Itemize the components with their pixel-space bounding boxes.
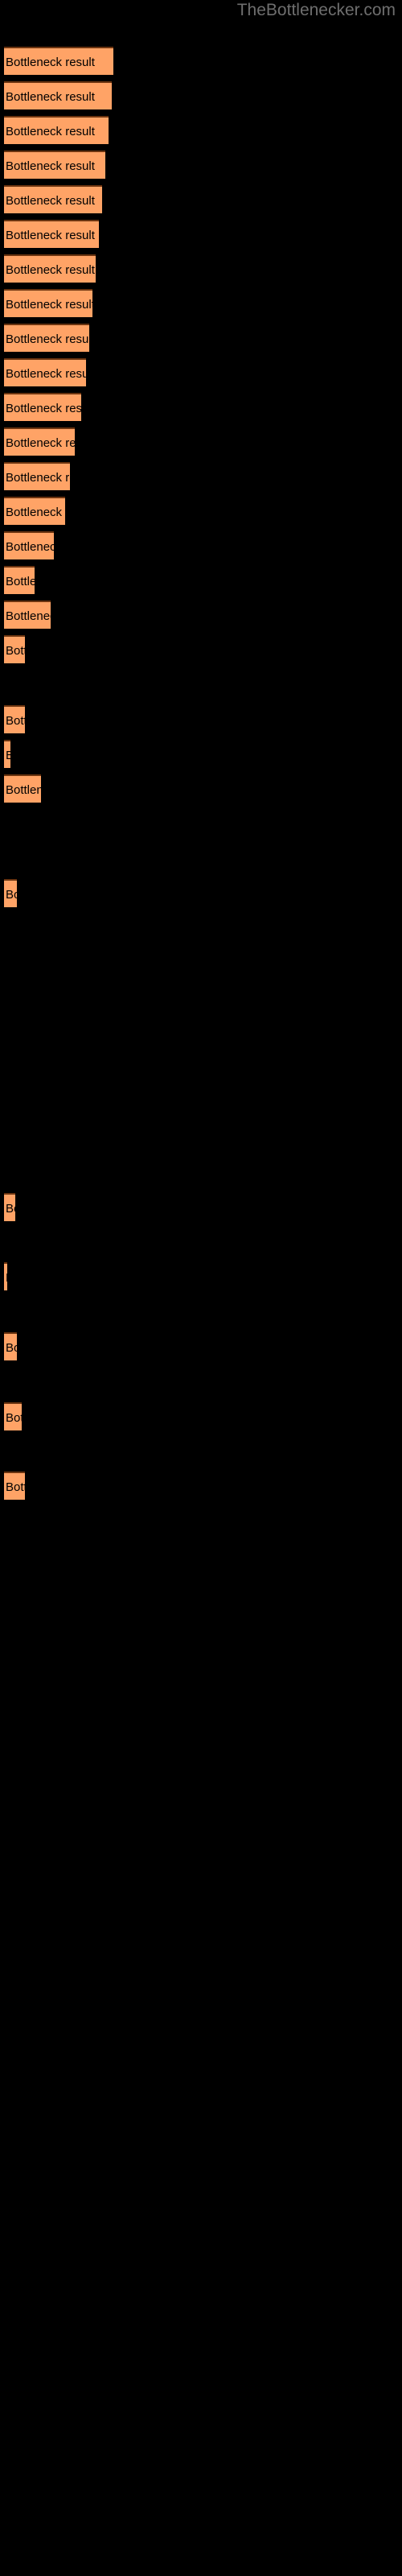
chart-bar: Bottleneck result (4, 254, 96, 283)
chart-bar: Bottleneck result (4, 774, 41, 803)
chart-bar: Bottleneck result (4, 1402, 22, 1430)
bar-label: Bottleneck result (6, 1480, 25, 1494)
chart-bar: Bottleneck result (4, 705, 25, 733)
bar-row: Bottleneck result (4, 1193, 15, 1221)
bar-label: Bottleneck result (6, 263, 95, 277)
bar-row: Bottleneck result (4, 254, 96, 283)
bar-row: Bottleneck result (4, 393, 81, 421)
chart-bar: Bottleneck result (4, 289, 92, 317)
bar-label: Bottleneck result (6, 298, 92, 312)
bar-label: Bottleneck result (6, 888, 17, 902)
chart-bar: Bottleneck result (4, 635, 25, 663)
bar-label: Bottleneck result (6, 229, 95, 242)
bar-row: Bottleneck result (4, 151, 105, 179)
bar-row: Bottleneck result (4, 635, 25, 663)
bar-row: Bottleneck result (4, 879, 17, 907)
bar-label: Bottleneck result (6, 506, 65, 519)
chart-bar: Bottleneck result (4, 47, 113, 75)
bar-label: Bottleneck result (6, 644, 25, 658)
bar-label: Bottleneck result (6, 741, 10, 768)
chart-bar: Bottleneck result (4, 601, 51, 629)
bar-label: Bottleneck result (6, 471, 70, 485)
bar-label: Bottleneck result (6, 1411, 22, 1425)
chart-bar: Bottleneck result (4, 427, 75, 456)
chart-bar: Bottleneck result (4, 1332, 17, 1360)
chart-bar: Bottleneck result (4, 151, 105, 179)
chart-bar: Bottleneck result (4, 1262, 7, 1290)
bar-label: Bottleneck result (6, 575, 35, 588)
bar-label: Bottleneck result (6, 540, 54, 554)
bar-row: Bottleneck result (4, 1262, 7, 1290)
bar-label: Bottleneck result (6, 367, 86, 381)
bar-label: Bottleneck result (6, 194, 95, 208)
chart-bar: Bottleneck result (4, 1193, 15, 1221)
bar-row: Bottleneck result (4, 1332, 17, 1360)
chart-bar: Bottleneck result (4, 393, 81, 421)
bar-row: Bottleneck result (4, 1402, 22, 1430)
bar-row: Bottleneck result (4, 220, 99, 248)
bar-label: Bottleneck result (6, 1264, 7, 1290)
bar-row: Bottleneck result (4, 427, 75, 456)
bar-label: Bottleneck result (6, 1202, 15, 1216)
bar-row: Bottleneck result (4, 358, 86, 386)
bar-label: Bottleneck result (6, 90, 95, 104)
chart-bar: Bottleneck result (4, 185, 102, 213)
bar-label: Bottleneck result (6, 402, 81, 415)
chart-bar: Bottleneck result (4, 358, 86, 386)
bar-row: Bottleneck result (4, 601, 51, 629)
chart-bar: Bottleneck result (4, 740, 10, 768)
bar-label: Bottleneck result (6, 436, 75, 450)
chart-bar: Bottleneck result (4, 566, 35, 594)
chart-bar: Bottleneck result (4, 497, 65, 525)
bar-label: Bottleneck result (6, 332, 89, 346)
bar-label: Bottleneck result (6, 783, 41, 797)
bar-row: Bottleneck result (4, 462, 70, 490)
chart-bar: Bottleneck result (4, 879, 17, 907)
bar-row: Bottleneck result (4, 774, 41, 803)
bar-label: Bottleneck result (6, 125, 95, 138)
bar-row: Bottleneck result (4, 497, 65, 525)
bar-label: Bottleneck result (6, 714, 25, 728)
bar-row: Bottleneck result (4, 324, 89, 352)
bar-row: Bottleneck result (4, 1472, 25, 1500)
chart-bar: Bottleneck result (4, 462, 70, 490)
chart-bar: Bottleneck result (4, 81, 112, 109)
bar-chart: Bottleneck result Bottleneck result Bottle… (0, 0, 402, 2576)
chart-bar: Bottleneck result (4, 324, 89, 352)
bar-row: Bottleneck result (4, 705, 25, 733)
bar-row: Bottleneck result (4, 116, 109, 144)
bar-label: Bottleneck result (6, 1341, 17, 1355)
bar-row: Bottleneck result (4, 47, 113, 75)
bar-row: Bottleneck result (4, 566, 35, 594)
chart-bar: Bottleneck result (4, 531, 54, 559)
bar-row: Bottleneck result (4, 740, 10, 768)
bar-label: Bottleneck result (6, 609, 51, 623)
chart-bar: Bottleneck result (4, 116, 109, 144)
bar-row: Bottleneck result (4, 185, 102, 213)
bar-row: Bottleneck result (4, 81, 112, 109)
bar-row: Bottleneck result (4, 289, 92, 317)
chart-bar: Bottleneck result (4, 220, 99, 248)
bar-label: Bottleneck result (6, 56, 95, 69)
bar-label: Bottleneck result (6, 159, 95, 173)
bar-row: Bottleneck result (4, 531, 54, 559)
chart-bar: Bottleneck result (4, 1472, 25, 1500)
